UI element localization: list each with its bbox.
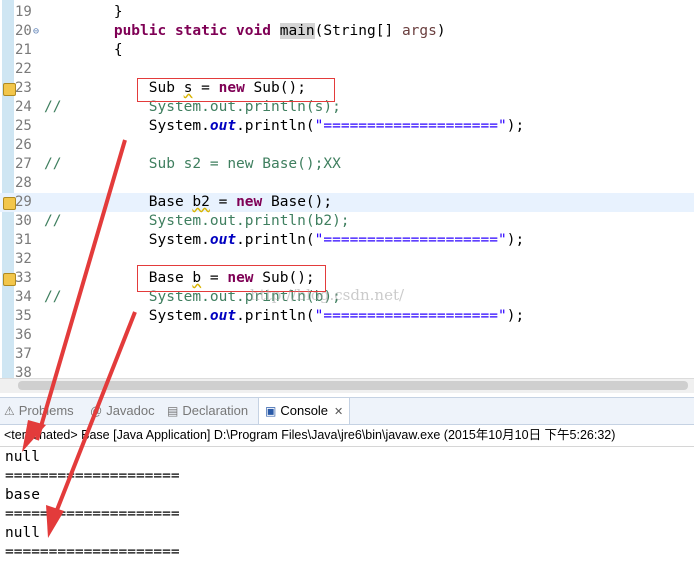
code-line-27[interactable]: 27 // Sub s2 = new Base();XX [0,155,694,174]
fold-icon[interactable]: ⊖ [33,22,39,41]
line-number: 27 [15,156,32,172]
line-number: 38 [15,365,32,378]
code-editor[interactable]: 19 } 20 ⊖ public static void main(String[]… [0,0,694,378]
code-text: System.out.println("====================… [44,232,525,248]
code-line-38[interactable]: 38 [0,364,694,378]
line-number: 22 [15,61,32,77]
line-number: 33 [15,270,32,286]
code-line-29[interactable]: 29 Base b2 = new Base(); [0,193,694,212]
line-number: 36 [15,327,32,343]
views-tab-bar: ⚠ Problems @ Javadoc ▤ Declaration ▣ Console… [0,397,694,425]
line-number: 25 [15,118,32,134]
line-number: 28 [15,175,32,191]
code-line-31[interactable]: 31 System.out.println("=================… [0,231,694,250]
tab-javadoc[interactable]: @ Javadoc [90,398,155,424]
line-number: 20 [15,23,32,39]
line-number: 32 [15,251,32,267]
line-number: 35 [15,308,32,324]
code-line-25[interactable]: 25 System.out.println("=================… [0,117,694,136]
line-number: 24 [15,99,32,115]
line-number: 21 [15,42,32,58]
code-text: System.out.println("====================… [44,118,525,134]
code-line-28[interactable]: 28 [0,174,694,193]
code-line-30[interactable]: 30 // System.out.println(b2); [0,212,694,231]
highlight-box-line-23 [137,78,335,102]
code-text: Base b2 = new Base(); [44,194,333,210]
console-line: ==================== [5,468,180,484]
javadoc-icon: @ [90,404,103,418]
scrollbar-thumb[interactable] [18,381,688,390]
tab-problems[interactable]: ⚠ Problems [4,398,74,424]
code-line-32[interactable]: 32 [0,250,694,269]
watermark: http://blog.csdn.net/ [250,286,405,304]
console-line: null [5,449,40,465]
line-number: 37 [15,346,32,362]
code-line-37[interactable]: 37 [0,345,694,364]
code-text: System.out.println("====================… [44,308,525,324]
declaration-icon: ▤ [167,404,179,418]
console-line: base [5,487,40,503]
console-icon: ▣ [265,404,277,418]
console-line: null [5,525,40,541]
code-text: // System.out.println(b2); [44,213,350,229]
line-number: 29 [15,194,32,210]
code-line-19[interactable]: 19 } [0,3,694,22]
line-number: 23 [15,80,32,96]
code-text: // Sub s2 = new Base();XX [44,156,341,172]
code-text: } [44,4,123,20]
line-number: 31 [15,232,32,248]
console-line: ==================== [5,544,180,560]
line-number: 34 [15,289,32,305]
code-line-24[interactable]: 24// System.out.println(s); [0,98,694,117]
code-text: public static void main(String[] args) [113,23,446,39]
horizontal-scrollbar[interactable] [0,378,694,393]
tab-console[interactable]: ▣ Console ✕ [258,398,351,424]
code-line-35[interactable]: 35 System.out.println("=================… [0,307,694,326]
code-text: { [44,42,123,58]
code-line-23[interactable]: 23 Sub s = new Sub(); [0,79,694,98]
line-number: 30 [15,213,32,229]
code-line-20[interactable]: 20 ⊖ public static void main(String[] arg… [0,22,694,41]
tab-declaration[interactable]: ▤ Declaration [167,398,248,424]
code-line-22[interactable]: 22 [0,60,694,79]
code-line-26[interactable]: 26 [0,136,694,155]
console-output: null ==================== base ============… [0,446,694,567]
line-number: 19 [15,4,32,20]
close-icon[interactable]: ✕ [334,406,343,418]
problems-icon: ⚠ [4,404,15,418]
console-status: <terminated> Base [Java Application] D:\… [4,428,616,442]
code-line-21[interactable]: 21 { [0,41,694,60]
console-line: ==================== [5,506,180,522]
line-number: 26 [15,137,32,153]
code-line-36[interactable]: 36 [0,326,694,345]
